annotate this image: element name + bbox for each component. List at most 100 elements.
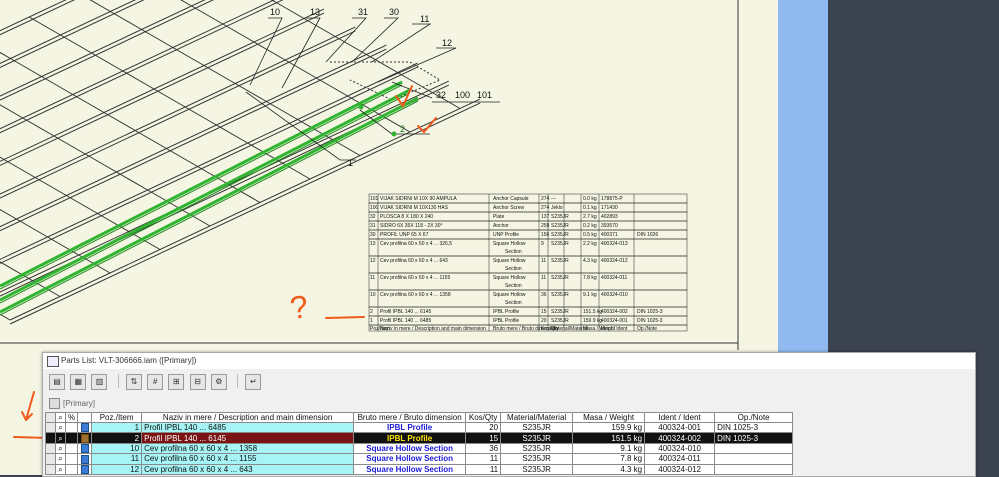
row-bruto[interactable]: IPBL Profile [353, 432, 467, 444]
sort-icon[interactable]: ⇅ [125, 374, 142, 390]
row-percent [64, 421, 79, 434]
row-ident[interactable]: 400324-002 [644, 432, 716, 444]
bom-cell-no: 100 [370, 205, 379, 211]
row-mass[interactable]: 159.9 kg [572, 421, 646, 434]
bom-cell-mat: S235JR [551, 309, 569, 315]
row-material[interactable]: S235JR [500, 421, 574, 434]
row-mass[interactable]: 7.8 kg [572, 453, 646, 465]
header-qty[interactable]: Kos/Qty [465, 412, 502, 423]
row-qty[interactable]: 36 [465, 442, 502, 455]
row-qty[interactable]: 11 [465, 463, 502, 475]
row-name[interactable]: Profil IPBL 140 ... 6485 [141, 421, 355, 434]
bom-cell-id: 400324-002 [601, 309, 628, 315]
bom-cell-no: 13 [370, 241, 376, 247]
header-icon-col[interactable] [77, 412, 93, 423]
bom-cell-mat: S235JR [551, 214, 569, 220]
row-ident[interactable]: 400324-011 [644, 453, 716, 465]
bom-cell-mass: 7.8 kg [583, 275, 597, 281]
row-name[interactable]: Cev profilna 60 x 60 x 4 ... 1155 [141, 453, 355, 465]
row-part-icon [77, 421, 93, 434]
bom-cell-id: 400324-012 [601, 258, 628, 264]
column-chooser-icon[interactable]: ▥ [91, 374, 108, 390]
row-item[interactable]: 11 [91, 453, 143, 465]
filter-icon[interactable]: ▤ [49, 374, 65, 390]
bom-cell-id: 400324-013 [601, 241, 628, 247]
row-magnify-icon: ⌕ [55, 453, 66, 465]
row-ident[interactable]: 400324-012 [644, 463, 716, 475]
row-ident[interactable]: 400324-010 [644, 442, 716, 455]
bom-cell-name: VIJAK SIDRNI M 10X 90 AMPULA [380, 196, 457, 202]
header-note[interactable]: Op./Note [714, 412, 794, 423]
renumber-icon[interactable]: # [147, 374, 164, 390]
row-ident[interactable]: 400324-001 [644, 421, 716, 434]
row-part-icon [77, 463, 93, 475]
row-item[interactable]: 12 [91, 463, 143, 475]
row-note[interactable]: DIN 1025-3 [714, 421, 794, 434]
bom-cell-name: SIDRO 6X 35X 118 - 2X 30° [380, 223, 443, 229]
row-mass[interactable]: 151.5 kg [572, 432, 646, 444]
header-material[interactable]: Material/Material [500, 412, 574, 423]
row-qty[interactable]: 15 [465, 432, 502, 444]
header-bruto[interactable]: Bruto mere / Bruto dimension [353, 412, 467, 423]
table-row[interactable]: ⌕ 2 Profil IPBL 140 ... 6145 IPBL Profile 15… [45, 432, 794, 444]
bom-cell-name: PROFIL UNP 65 X 67 [380, 232, 429, 238]
view-selector[interactable]: [Primary] [49, 397, 95, 410]
table-row[interactable]: ⌕ 10 Cev profilna 60 x 60 x 4 ... 1358 Squa… [45, 442, 794, 455]
header-mass[interactable]: Masa / Weight [572, 412, 646, 423]
row-gutter [45, 463, 56, 475]
toolbar-separator-2 [237, 374, 239, 388]
bom-cell-no: 32 [370, 214, 376, 220]
group-icon[interactable]: ⊞ [168, 374, 185, 390]
table-row[interactable]: ⌕ 11 Cev profilna 60 x 60 x 4 ... 1155 Squa… [45, 453, 794, 465]
bom-cell-note: DIN 1025-3 [637, 309, 663, 315]
row-qty[interactable]: 20 [465, 421, 502, 434]
part-icon [80, 423, 89, 432]
balloon-31: 31 [358, 7, 368, 17]
parts-list-titlebar[interactable]: Parts List: VLT-306666.iam ([Primary]) [43, 353, 975, 369]
row-bruto[interactable]: Square Hollow Section [353, 463, 467, 475]
row-bruto[interactable]: Square Hollow Section [353, 453, 467, 465]
row-material[interactable]: S235JR [500, 463, 574, 475]
row-mass[interactable]: 4.3 kg [572, 463, 646, 475]
row-note[interactable]: DIN 1025-3 [714, 432, 794, 444]
header-name[interactable]: Naziv in mere / Description and main dim… [141, 412, 355, 423]
header-magnify-icon[interactable]: ⌕ [55, 412, 66, 423]
bom-cell-note: DIN 1026 [637, 232, 658, 238]
row-note[interactable] [714, 453, 794, 465]
parts-list-dialog[interactable]: Parts List: VLT-306666.iam ([Primary]) ▤… [42, 352, 976, 477]
row-part-icon [77, 442, 93, 455]
bom-cell-id: 400324-001 [601, 318, 628, 324]
row-bruto[interactable]: Square Hollow Section [353, 442, 467, 455]
settings-icon[interactable]: ⚙ [210, 374, 227, 390]
bom-cell-pcs: 11 [541, 258, 546, 264]
row-qty[interactable]: 11 [465, 453, 502, 465]
row-item[interactable]: 10 [91, 442, 143, 455]
row-material[interactable]: S235JR [500, 453, 574, 465]
bom-cell-name: Cev profilna 60 x 60 x 4 ... 643 [380, 258, 448, 264]
restore-icon[interactable]: ↵ [245, 374, 262, 390]
bom-cell-mass: 0.5 kg [583, 232, 597, 238]
header-ident[interactable]: Ident / Ident [644, 412, 716, 423]
table-row[interactable]: ⌕ 1 Profil IPBL 140 ... 6485 IPBL Profile 20… [45, 421, 794, 434]
row-note[interactable] [714, 463, 794, 475]
row-item[interactable]: 1 [91, 421, 143, 434]
bom-cell-desc: Square Hollow [493, 258, 526, 264]
row-material[interactable]: S235JR [500, 432, 574, 444]
table-row[interactable]: ⌕ 12 Cev profilna 60 x 60 x 4 ... 643 Squar… [45, 463, 794, 475]
grid-header-row: ⌕ % Poz./Item Naziv in mere / Descriptio… [45, 412, 794, 423]
header-percent[interactable]: % [64, 412, 79, 423]
ungroup-icon[interactable]: ⊟ [189, 374, 206, 390]
bom-cell-pcs: 9 [541, 241, 544, 247]
row-name[interactable]: Cev profilna 60 x 60 x 4 ... 1358 [141, 442, 355, 455]
selection-point-2 [391, 131, 397, 137]
row-material[interactable]: S235JR [500, 442, 574, 455]
header-item[interactable]: Poz./Item [91, 412, 143, 423]
row-note[interactable] [714, 442, 794, 455]
row-mass[interactable]: 9.1 kg [572, 442, 646, 455]
row-name[interactable]: Cev profilna 60 x 60 x 4 ... 643 [141, 463, 355, 475]
row-item[interactable]: 2 [91, 432, 143, 444]
view-icon [49, 398, 60, 410]
export-icon[interactable]: ▦ [70, 374, 87, 390]
row-bruto[interactable]: IPBL Profile [353, 421, 467, 434]
row-name[interactable]: Profil IPBL 140 ... 6145 [141, 432, 355, 444]
